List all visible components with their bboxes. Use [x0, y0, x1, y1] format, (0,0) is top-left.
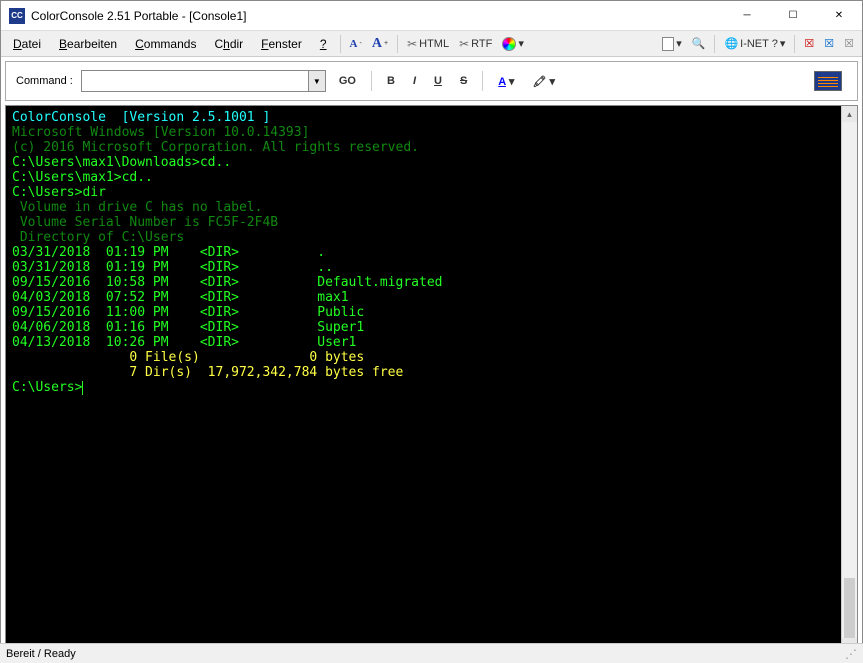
- console-line: Directory of C:\Users: [12, 230, 835, 245]
- console-line: Volume Serial Number is FC5F-2F4B: [12, 215, 835, 230]
- bold-button[interactable]: B: [382, 73, 400, 89]
- console-line: 7 Dir(s) 17,972,342,784 bytes free: [12, 365, 835, 380]
- resize-grip[interactable]: ⋰: [845, 647, 857, 661]
- command-input[interactable]: [81, 70, 308, 92]
- palette-icon: [502, 37, 516, 51]
- menu-commands[interactable]: Commands: [127, 34, 204, 54]
- keyboard-button[interactable]: [809, 69, 847, 93]
- menu-fenster[interactable]: Fenster: [253, 34, 310, 54]
- console-line: 04/03/2018 07:52 PM <DIR> max1: [12, 290, 835, 305]
- go-button[interactable]: GO: [334, 73, 361, 89]
- close-tab-blue-button[interactable]: ☒: [820, 35, 838, 52]
- inet-button[interactable]: 🌐 I-NET ? ▾: [720, 35, 789, 52]
- find-button[interactable]: 🔍: [688, 35, 710, 52]
- highlight-button[interactable]: 🖍 ▾: [527, 73, 560, 90]
- command-dropdown-button[interactable]: ▼: [308, 70, 326, 92]
- console-line: C:\Users>: [12, 380, 835, 395]
- scroll-thumb[interactable]: [844, 578, 855, 638]
- console-line: 09/15/2016 11:00 PM <DIR> Public: [12, 305, 835, 320]
- window-title: ColorConsole 2.51 Portable - [Console1]: [31, 9, 724, 23]
- export-html-button[interactable]: HTML: [403, 35, 453, 53]
- close-tab-red-button[interactable]: ☒: [800, 35, 818, 52]
- separator: [397, 35, 398, 53]
- console-line: C:\Users\max1\Downloads>cd..: [12, 155, 835, 170]
- close-button[interactable]: ✕: [816, 1, 862, 31]
- menubar: Datei Bearbeiten Commands Chdir Fenster …: [1, 31, 862, 57]
- color-palette-button[interactable]: ▾: [498, 35, 528, 53]
- console-line: 03/31/2018 01:19 PM <DIR> ..: [12, 260, 835, 275]
- command-bar: Command : ▼ GO B I U S A ▾ 🖍 ▾: [5, 61, 858, 101]
- export-rtf-button[interactable]: RTF: [455, 35, 496, 53]
- window-buttons: ─ ☐ ✕: [724, 1, 862, 31]
- separator: [714, 35, 715, 53]
- command-combo: ▼: [81, 70, 326, 92]
- console-container: ColorConsole [Version 2.5.1001 ]Microsof…: [5, 105, 858, 655]
- underline-button[interactable]: U: [429, 73, 447, 89]
- console-output[interactable]: ColorConsole [Version 2.5.1001 ]Microsof…: [6, 106, 841, 654]
- scroll-up-button[interactable]: ▲: [842, 106, 857, 122]
- close-tab-grey-button[interactable]: ☒: [840, 35, 858, 52]
- strike-button[interactable]: S: [455, 73, 472, 89]
- menu-datei[interactable]: Datei: [5, 34, 49, 54]
- font-smaller-button[interactable]: A-: [346, 36, 366, 52]
- console-line: 04/06/2018 01:16 PM <DIR> Super1: [12, 320, 835, 335]
- console-line: Volume in drive C has no label.: [12, 200, 835, 215]
- status-text: Bereit / Ready: [6, 648, 76, 660]
- minimize-button[interactable]: ─: [724, 1, 770, 31]
- titlebar: CC ColorConsole 2.51 Portable - [Console…: [1, 1, 862, 31]
- new-doc-button[interactable]: ▾: [658, 35, 686, 53]
- italic-button[interactable]: I: [408, 73, 421, 89]
- app-icon: CC: [9, 8, 25, 24]
- console-line: C:\Users>dir: [12, 185, 835, 200]
- menu-chdir[interactable]: Chdir: [206, 34, 251, 54]
- console-line: 04/13/2018 10:26 PM <DIR> User1: [12, 335, 835, 350]
- console-line: 09/15/2016 10:58 PM <DIR> Default.migrat…: [12, 275, 835, 290]
- separator: [340, 35, 341, 53]
- vertical-scrollbar[interactable]: ▲ ▼: [841, 106, 857, 654]
- command-label: Command :: [16, 75, 73, 87]
- console-line: C:\Users\max1>cd..: [12, 170, 835, 185]
- statusbar: Bereit / Ready ⋰: [0, 643, 863, 663]
- maximize-button[interactable]: ☐: [770, 1, 816, 31]
- console-line: (c) 2016 Microsoft Corporation. All righ…: [12, 140, 835, 155]
- scroll-track[interactable]: [842, 122, 857, 578]
- console-line: 03/31/2018 01:19 PM <DIR> .: [12, 245, 835, 260]
- document-icon: [662, 37, 674, 51]
- scissors-icon: [407, 37, 417, 51]
- console-line: Microsoft Windows [Version 10.0.14393]: [12, 125, 835, 140]
- console-line: 0 File(s) 0 bytes: [12, 350, 835, 365]
- scissors-icon: [459, 37, 469, 51]
- menu-help[interactable]: ?: [312, 34, 335, 54]
- menu-bearbeiten[interactable]: Bearbeiten: [51, 34, 125, 54]
- font-color-button[interactable]: A ▾: [493, 73, 519, 90]
- console-line: ColorConsole [Version 2.5.1001 ]: [12, 110, 835, 125]
- separator: [794, 35, 795, 53]
- keyboard-icon: [814, 71, 842, 91]
- text-cursor: [82, 381, 83, 395]
- font-larger-button[interactable]: A+: [368, 34, 392, 54]
